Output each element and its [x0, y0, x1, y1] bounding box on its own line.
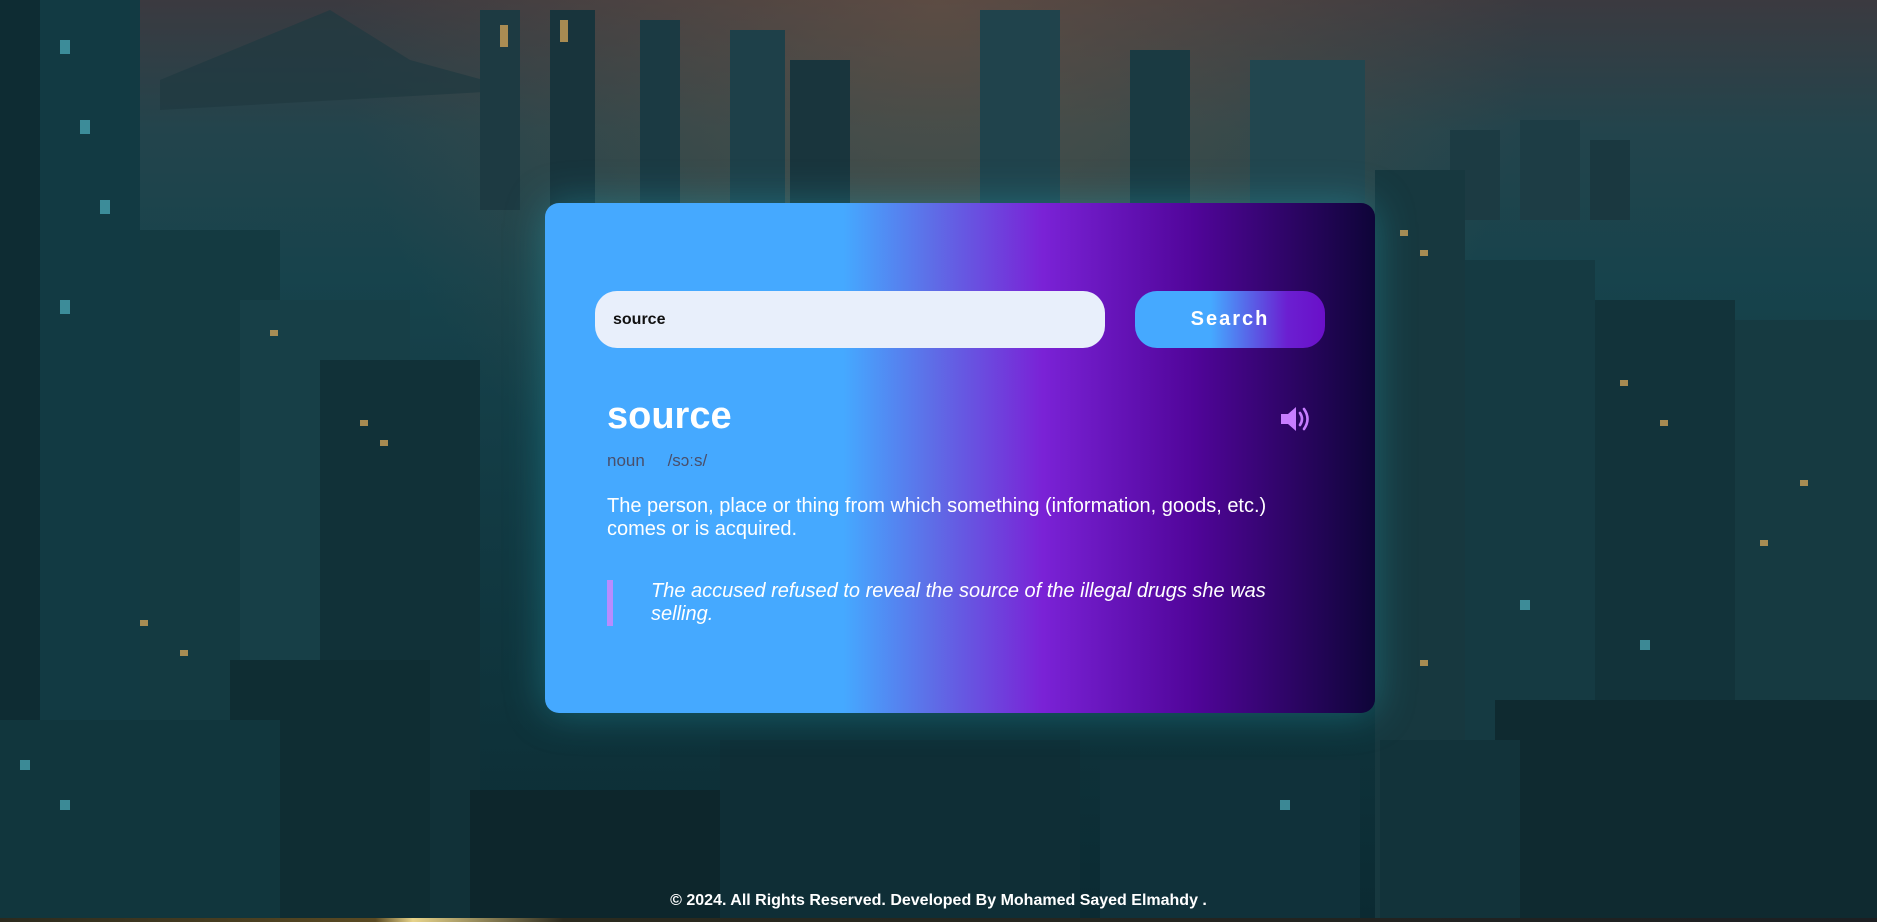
search-input[interactable] — [595, 291, 1105, 348]
page: Search source noun /sɔːs/ The person, pl… — [0, 0, 1877, 922]
bottom-edge-strip — [0, 918, 1877, 922]
word-meta: noun /sɔːs/ — [607, 451, 707, 471]
footer-copyright: © 2024. All Rights Reserved. Developed B… — [670, 892, 1207, 909]
dictionary-card: Search source noun /sɔːs/ The person, pl… — [545, 203, 1375, 713]
search-button[interactable]: Search — [1135, 291, 1325, 348]
word-title: source — [607, 395, 732, 437]
definition-text: The person, place or thing from which so… — [607, 495, 1267, 540]
phonetic: /sɔːs/ — [667, 451, 708, 470]
example-quote: The accused refused to reveal the source… — [607, 580, 1297, 626]
speaker-volume-icon[interactable] — [1278, 403, 1314, 435]
part-of-speech: noun — [607, 451, 645, 470]
